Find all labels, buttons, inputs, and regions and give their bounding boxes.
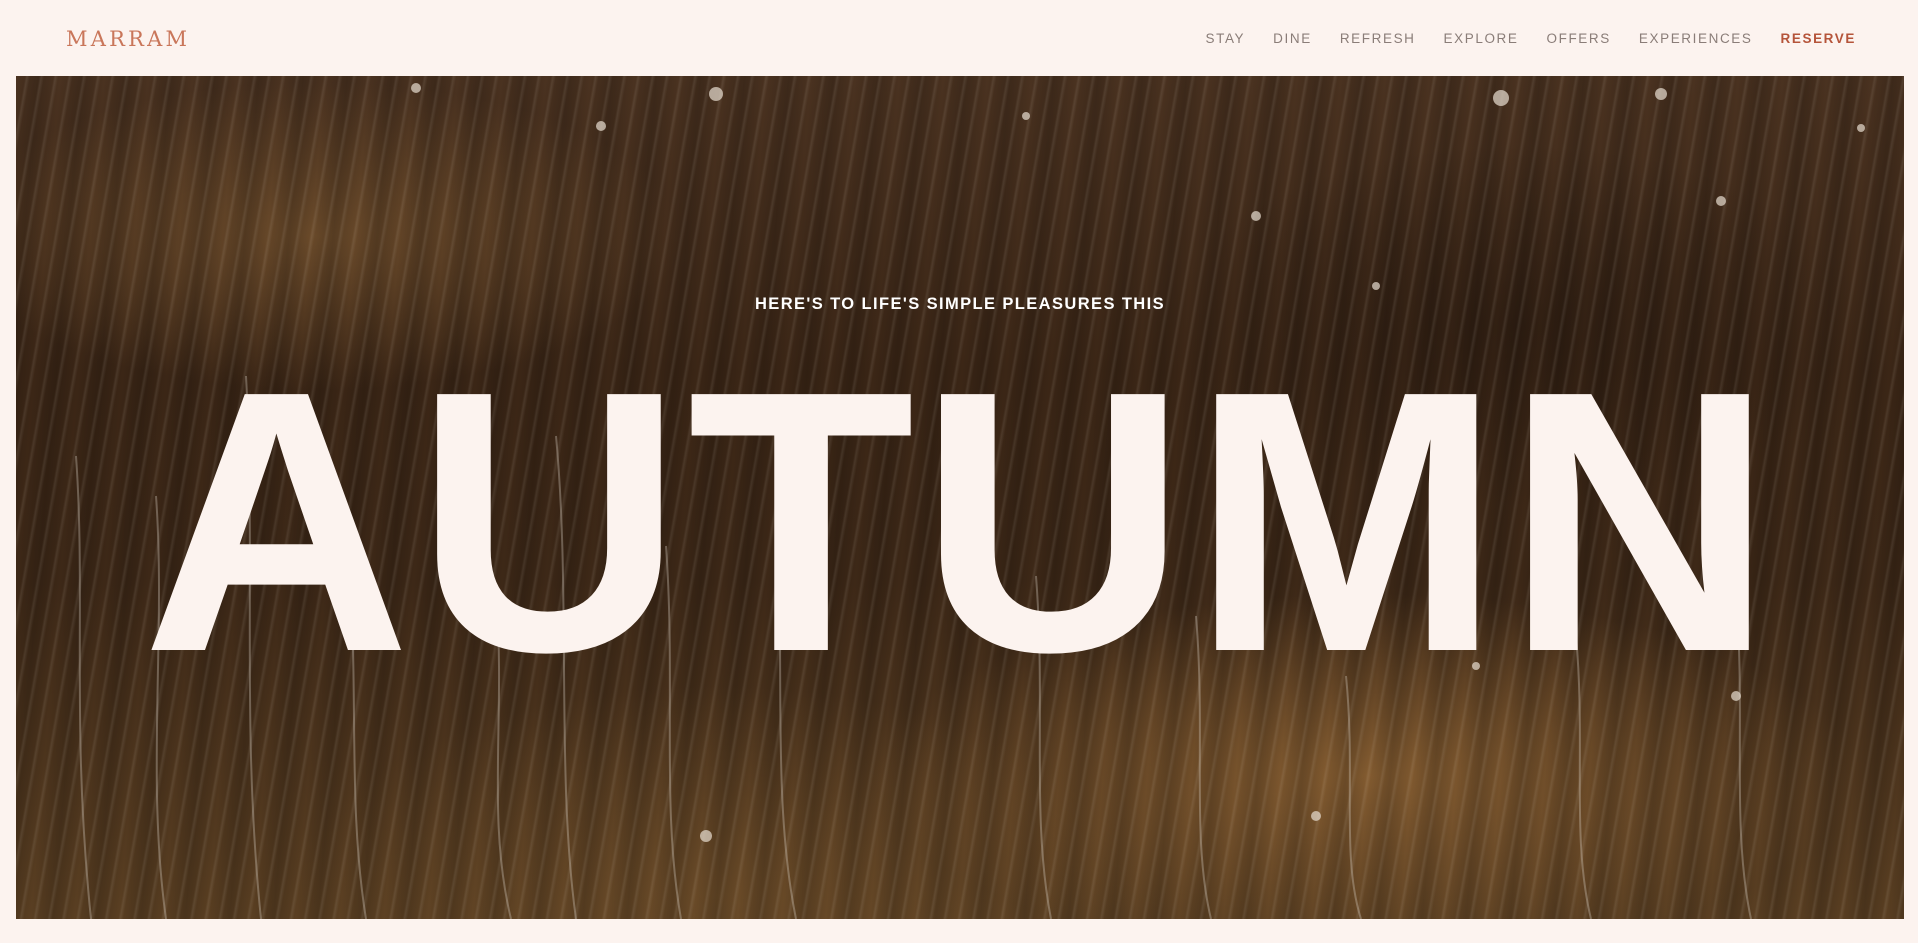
- nav-item-experiences[interactable]: EXPERIENCES: [1639, 30, 1753, 48]
- reserve-button[interactable]: RESERVE: [1781, 30, 1856, 48]
- brand-logo[interactable]: MARRAM: [66, 26, 190, 52]
- hero-eyebrow: HERE'S TO LIFE'S SIMPLE PLEASURES THIS: [754, 295, 1166, 313]
- nav-item-stay[interactable]: STAY: [1206, 30, 1246, 48]
- nav-item-refresh[interactable]: REFRESH: [1340, 30, 1416, 48]
- site-header: MARRAM STAY DINE REFRESH EXPLORE OFFERS …: [0, 0, 1918, 76]
- main-nav: STAY DINE REFRESH EXPLORE OFFERS EXPERIE…: [1206, 30, 1857, 48]
- nav-item-explore[interactable]: EXPLORE: [1444, 30, 1519, 48]
- hero-headline: AUTUMN: [142, 313, 1778, 729]
- nav-item-dine[interactable]: DINE: [1273, 30, 1312, 48]
- hero-banner: HERE'S TO LIFE'S SIMPLE PLEASURES THIS A…: [16, 76, 1904, 919]
- nav-item-offers[interactable]: OFFERS: [1547, 30, 1611, 48]
